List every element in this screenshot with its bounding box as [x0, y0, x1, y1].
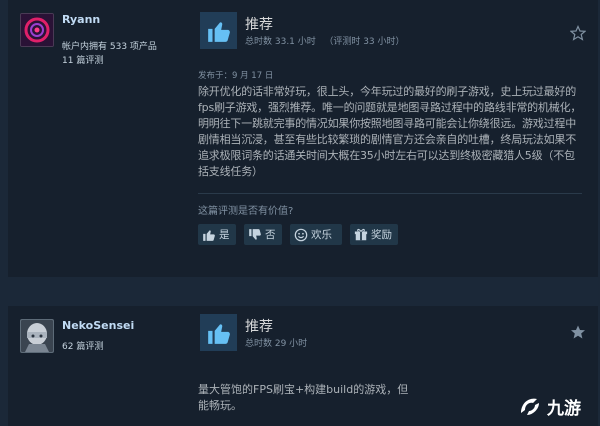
review-body-line: 能畅玩。 — [198, 399, 242, 412]
vote-funny-button[interactable]: 欢乐 — [290, 224, 342, 245]
thumbs-up-icon — [200, 314, 237, 351]
watermark-text: 九游 — [547, 398, 581, 419]
posted-date: 发布于：9 月 17 日 — [198, 71, 274, 81]
vote-no-button[interactable]: 否 — [244, 224, 282, 245]
star-flag-icon[interactable] — [570, 324, 586, 340]
author-name[interactable]: NekoSensei — [62, 319, 134, 332]
vote-header[interactable]: 推荐 总时数 29 小时 — [200, 314, 590, 352]
review-verdict: 推荐 — [245, 17, 273, 33]
playtime: 总时数 33.1 小时 （评测时 33 小时） — [245, 37, 405, 47]
review-count[interactable]: 62 篇评测 — [62, 339, 103, 352]
watermark-logo-icon — [521, 398, 539, 415]
playtime: 总时数 29 小时 — [245, 339, 308, 349]
review-count[interactable]: 11 篇评测 — [62, 53, 103, 66]
thumbs-up-icon — [203, 229, 215, 241]
vote-yes-button[interactable]: 是 — [198, 224, 236, 245]
author-name[interactable]: Ryann — [62, 13, 100, 26]
avatar[interactable] — [20, 13, 54, 47]
star-flag-icon[interactable] — [569, 25, 587, 41]
review-verdict: 推荐 — [245, 319, 273, 335]
smile-icon — [294, 228, 308, 241]
award-icon — [354, 228, 368, 240]
review-card: Ryann 帐户内拥有 533 项产品 11 篇评测 推荐 总时数 33.1 小… — [8, 0, 598, 277]
award-label: 奖励 — [371, 229, 392, 241]
helpful-question: 这篇评测是否有价值? — [198, 206, 294, 217]
avatar[interactable] — [20, 319, 54, 353]
watermark: 九游 — [517, 392, 597, 420]
thumbs-up-icon — [200, 12, 237, 49]
award-button[interactable]: 奖励 — [350, 224, 398, 245]
review-body: 量大管饱的FPS刷宝+构建build的游戏，但 能畅玩。 — [198, 382, 498, 414]
divider — [198, 193, 582, 194]
thumbs-down-icon — [249, 228, 261, 240]
review-body: 除开优化的话非常好玩，很上头，今年玩过的最好的刷子游戏，史上玩过最好的fps刷子… — [198, 85, 582, 178]
vote-funny-label: 欢乐 — [311, 229, 332, 241]
products-owned[interactable]: 帐户内拥有 533 项产品 — [62, 39, 157, 52]
vote-no-label: 否 — [265, 229, 276, 241]
vote-header[interactable]: 推荐 总时数 33.1 小时 （评测时 33 小时） — [200, 12, 590, 50]
vote-yes-label: 是 — [219, 229, 230, 241]
review-body-line: 量大管饱的FPS刷宝+构建build的游戏，但 — [198, 383, 409, 396]
